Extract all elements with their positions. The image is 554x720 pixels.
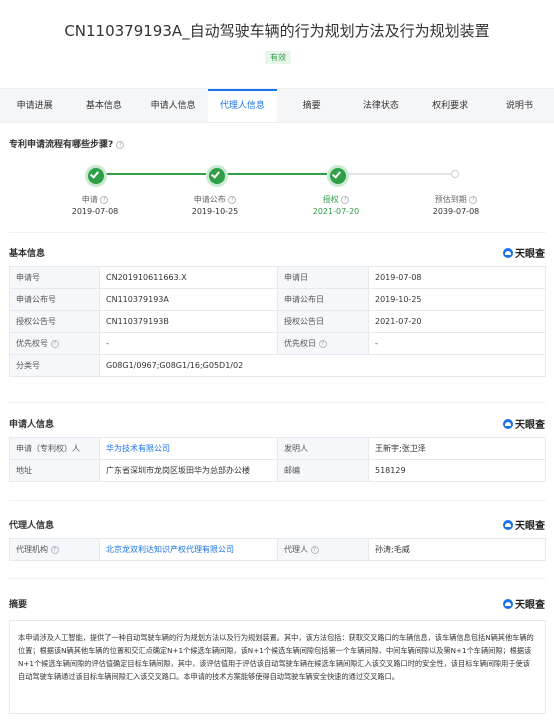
- progress-line-1: [104, 173, 206, 175]
- priority-no-value: -: [99, 332, 278, 355]
- tab-legal-status[interactable]: 法律状态: [346, 89, 415, 122]
- help-icon[interactable]: ?: [116, 140, 125, 149]
- owner-value: 华为技术有限公司: [99, 437, 278, 460]
- step-label-current: 授权 ?: [291, 194, 381, 205]
- tianyancha-icon: [503, 418, 513, 429]
- step-check-icon: [327, 165, 349, 187]
- owner-label: 申请（专利权）人: [9, 437, 100, 460]
- tab-agent-info[interactable]: 代理人信息: [207, 89, 277, 122]
- help-icon[interactable]: ?: [228, 195, 237, 204]
- class-value: G08G1/0967;G08G1/16;G05D1/02: [99, 354, 546, 377]
- abstract-title: 摘要: [9, 600, 28, 610]
- basic-info-table: 申请号 CN201910611663.X 申请日 2019-07-08 申请公布…: [9, 266, 546, 377]
- flow-question-text: 专利申请流程有哪些步骤?: [9, 140, 114, 150]
- grant-date-value: 2021-07-20: [368, 310, 546, 333]
- help-icon[interactable]: ?: [469, 195, 478, 204]
- tianyancha-icon: [503, 247, 513, 258]
- grant-no-value: CN110379193B: [99, 310, 278, 333]
- tianyancha-icon: [503, 519, 513, 530]
- step-pending-icon: [451, 170, 459, 178]
- priority-date-label: 优先权日 ?: [277, 332, 369, 355]
- agent-person-label: 代理人 ?: [277, 538, 369, 561]
- app-date-value: 2019-07-08: [368, 266, 546, 289]
- zip-label: 邮编: [277, 459, 369, 482]
- progress-line-2: [224, 173, 327, 175]
- step-label: 申请公布 ?: [170, 194, 260, 205]
- pub-no-value: CN110379193A: [99, 288, 278, 311]
- tab-basic-info[interactable]: 基本信息: [69, 89, 138, 122]
- step-date: 2019-07-08: [71, 207, 119, 216]
- step-label: 申请 ?: [50, 194, 140, 205]
- help-icon[interactable]: ?: [50, 339, 59, 348]
- tab-bar: 申请进展 基本信息 申请人信息 代理人信息 摘要 法律状态 权利要求 说明书: [0, 88, 554, 123]
- help-icon[interactable]: ?: [100, 195, 109, 204]
- agent-info-title: 代理人信息: [9, 521, 55, 531]
- step-check-icon: [206, 165, 228, 187]
- progress-line-3: [345, 173, 455, 175]
- applicant-info-table: 申请（专利权）人 华为技术有限公司 发明人 王新宇;张卫泽 地址 广东省深圳市龙…: [9, 437, 546, 482]
- step-date: 2039-07-08: [432, 207, 480, 216]
- step-check-icon: [85, 165, 107, 187]
- inventor-label: 发明人: [277, 437, 369, 460]
- agent-person-value: 孙涛;毛威: [368, 538, 546, 561]
- divider: [9, 500, 546, 501]
- tab-abstract[interactable]: 摘要: [277, 89, 346, 122]
- agent-info-table: 代理机构 ? 北京龙双利达知识产权代理有限公司 代理人 ? 孙涛;毛威: [9, 538, 546, 561]
- address-label: 地址: [9, 459, 100, 482]
- divider: [9, 578, 546, 579]
- tianyancha-icon: [503, 598, 513, 609]
- owner-link[interactable]: 华为技术有限公司: [106, 444, 170, 453]
- step-label: 预估到期 ?: [411, 194, 501, 205]
- tab-application-progress[interactable]: 申请进展: [0, 89, 69, 122]
- page-title: CN110379193A_自动驾驶车辆的行为规划方法及行为规划装置: [64, 22, 490, 40]
- brand-logo[interactable]: 天眼查: [503, 416, 545, 431]
- flow-question: 专利申请流程有哪些步骤? ?: [9, 137, 125, 150]
- agent-org-label: 代理机构 ?: [9, 538, 100, 561]
- pub-date-label: 申请公布日: [277, 288, 369, 311]
- help-icon[interactable]: ?: [310, 545, 319, 554]
- class-label: 分类号: [9, 354, 100, 377]
- app-no-label: 申请号: [9, 266, 100, 289]
- agent-org-link[interactable]: 北京龙双利达知识产权代理有限公司: [106, 545, 234, 554]
- abstract-text: 本申请涉及人工智能，提供了一种自动驾驶车辆的行为规划方法以及行为规划装置。其中，…: [9, 620, 546, 714]
- help-icon[interactable]: ?: [50, 545, 59, 554]
- inventor-value: 王新宇;张卫泽: [368, 437, 546, 460]
- step-date-current: 2021-07-20: [312, 207, 360, 216]
- agent-org-value: 北京龙双利达知识产权代理有限公司: [99, 538, 278, 561]
- tab-claims[interactable]: 权利要求: [416, 89, 485, 122]
- applicant-info-title: 申请人信息: [9, 420, 55, 430]
- help-icon[interactable]: ?: [318, 339, 327, 348]
- status-badge: 有效: [265, 51, 291, 64]
- pub-no-label: 申请公布号: [9, 288, 100, 311]
- app-date-label: 申请日: [277, 266, 369, 289]
- step-date: 2019-10-25: [191, 207, 239, 216]
- app-no-value: CN201910611663.X: [99, 266, 278, 289]
- tab-description[interactable]: 说明书: [485, 89, 554, 122]
- grant-no-label: 授权公告号: [9, 310, 100, 333]
- divider: [9, 402, 546, 403]
- brand-logo[interactable]: 天眼查: [503, 245, 545, 260]
- brand-logo[interactable]: 天眼查: [503, 517, 545, 532]
- pub-date-value: 2019-10-25: [368, 288, 546, 311]
- basic-info-title: 基本信息: [9, 249, 46, 259]
- priority-date-value: -: [368, 332, 546, 355]
- zip-value: 518129: [368, 459, 546, 482]
- priority-no-label: 优先权号 ?: [9, 332, 100, 355]
- help-icon[interactable]: ?: [341, 195, 350, 204]
- tab-applicant-info[interactable]: 申请人信息: [139, 89, 208, 122]
- brand-logo[interactable]: 天眼查: [503, 596, 545, 611]
- address-value: 广东省深圳市龙岗区坂田华为总部办公楼: [99, 459, 278, 482]
- grant-date-label: 授权公告日: [277, 310, 369, 333]
- divider: [9, 232, 546, 233]
